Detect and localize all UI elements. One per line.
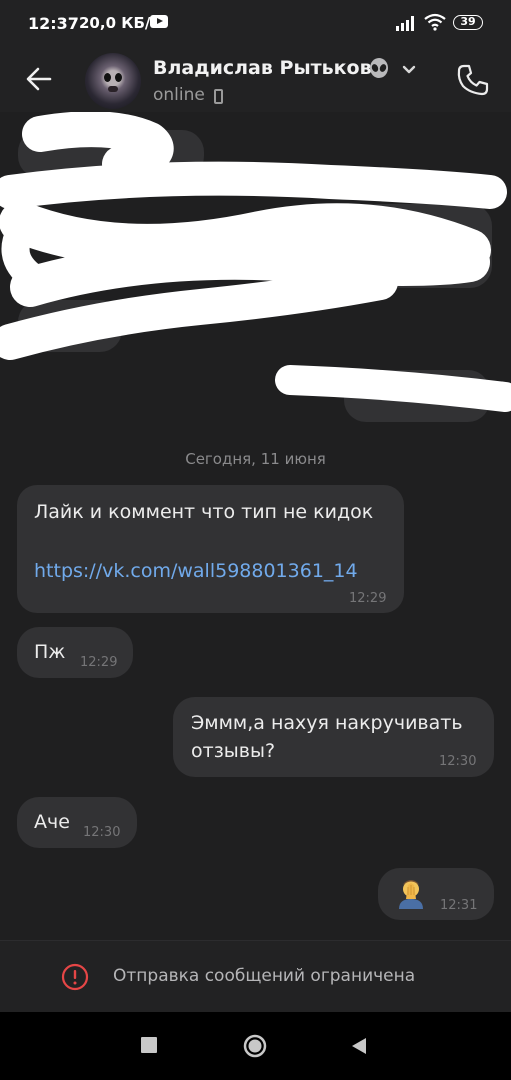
restriction-bar: Отправка сообщений ограничена [0,940,511,1013]
status-bar: 12:37 20,0 КБ/с 39 [0,0,511,48]
message-text: Аче [34,811,70,833]
signal-icon [396,16,414,31]
alien-emoji-icon [370,58,388,78]
outgoing-message[interactable]: Эммм,а нахуя накручивать отзывы? 12:30 [173,697,494,777]
contact-name[interactable]: Владислав Рытьков [153,57,372,79]
message-text: отзывы? [191,740,276,762]
message-text: Пж [34,641,66,663]
warning-icon [61,963,89,991]
phone-call-icon[interactable] [455,62,491,98]
restriction-notice: Отправка сообщений ограничена [113,966,416,986]
online-status: online [153,85,205,105]
message-list[interactable]: Сегодня, 11 июня Лайк и коммент что тип … [0,112,511,940]
wifi-icon [424,13,446,31]
message-time: 12:29 [349,591,387,606]
message-time: 12:30 [439,754,477,769]
redaction-scribble [0,112,511,412]
message-link[interactable]: https://vk.com/wall598801361_14 [34,560,358,582]
incoming-message[interactable]: Лайк и коммент что тип не кидок https://… [17,485,404,613]
status-time: 12:37 [28,14,79,33]
incoming-message[interactable]: Аче 12:30 [17,797,137,848]
network-speed: 20,0 КБ/с [79,14,160,32]
avatar-eye [115,73,122,82]
youtube-notification-icon [150,15,168,28]
battery-indicator: 39 [453,15,483,30]
incoming-message[interactable]: Пж 12:29 [17,627,133,678]
date-separator: Сегодня, 11 июня [185,450,326,468]
message-time: 12:30 [83,825,121,840]
facepalm-emoji-icon [399,880,423,909]
message-text: Лайк и коммент что тип не кидок [34,501,374,523]
message-time: 12:31 [440,898,478,913]
system-navigation-bar [0,1012,511,1080]
mobile-device-icon [214,89,223,104]
message-text: Эммм,а нахуя накручивать [191,712,463,734]
chat-header: Владислав Рытьков online [0,48,511,112]
recent-apps-icon[interactable] [141,1037,157,1053]
message-time: 12:29 [80,655,118,670]
back-triangle-icon[interactable] [349,1036,369,1056]
back-arrow-icon[interactable] [22,62,56,96]
avatar[interactable] [85,53,141,109]
home-icon[interactable] [243,1034,267,1058]
avatar-mouth [108,86,118,92]
avatar-eye [104,73,111,82]
outgoing-message[interactable]: 12:31 [378,868,494,920]
chevron-down-icon[interactable] [401,62,417,76]
